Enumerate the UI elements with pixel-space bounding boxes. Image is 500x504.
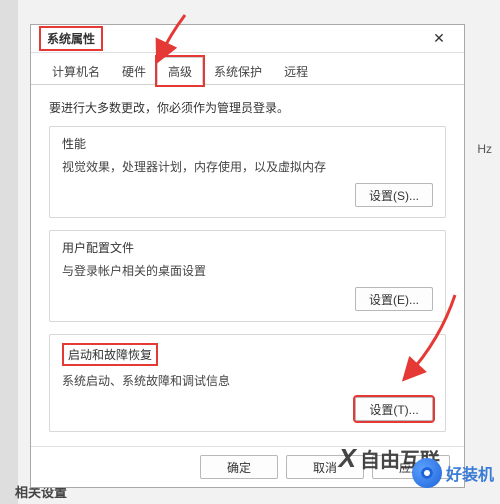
watermark-x-icon: X [339, 443, 356, 474]
tab-computer-name[interactable]: 计算机名 [41, 57, 111, 84]
admin-required-note: 要进行大多数更改，你必须作为管理员登录。 [49, 99, 446, 116]
tab-system-protection[interactable]: 系统保护 [203, 57, 273, 84]
group-performance-title: 性能 [62, 135, 433, 152]
tab-remote[interactable]: 远程 [273, 57, 319, 84]
group-startup-recovery-desc: 系统启动、系统故障和调试信息 [62, 372, 433, 389]
group-user-profiles: 用户配置文件 与登录帐户相关的桌面设置 设置(E)... [49, 230, 446, 322]
ok-button[interactable]: 确定 [200, 455, 278, 479]
watermark-haozhuangji: 好装机 [412, 458, 494, 488]
group-startup-recovery: 启动和故障恢复 系统启动、系统故障和调试信息 设置(T)... [49, 334, 446, 432]
group-user-profiles-desc: 与登录帐户相关的桌面设置 [62, 262, 433, 279]
close-button[interactable]: ✕ [422, 27, 456, 51]
watermark-circle-icon [412, 458, 442, 488]
tab-content-advanced: 要进行大多数更改，你必须作为管理员登录。 性能 视觉效果，处理器计划，内存使用，… [31, 85, 464, 446]
titlebar: 系统属性 ✕ [31, 25, 464, 53]
tab-strip: 计算机名 硬件 高级 系统保护 远程 [31, 53, 464, 85]
background-hz-label: Hz [477, 142, 492, 156]
system-properties-dialog: 系统属性 ✕ 计算机名 硬件 高级 系统保护 远程 要进行大多数更改，你必须作为… [30, 24, 465, 488]
tab-advanced[interactable]: 高级 [157, 57, 203, 85]
watermark-haozhuangji-text: 好装机 [446, 461, 494, 485]
group-user-profiles-title: 用户配置文件 [62, 239, 433, 256]
group-performance-desc: 视觉效果，处理器计划，内存使用，以及虚拟内存 [62, 158, 433, 175]
user-profiles-settings-button[interactable]: 设置(E)... [355, 287, 433, 311]
performance-settings-button[interactable]: 设置(S)... [355, 183, 433, 207]
close-icon: ✕ [433, 30, 445, 47]
background-sidebar [0, 0, 18, 504]
group-startup-recovery-title: 启动和故障恢复 [62, 343, 158, 366]
startup-recovery-settings-button[interactable]: 设置(T)... [355, 397, 433, 421]
tab-hardware[interactable]: 硬件 [111, 57, 157, 84]
dialog-title: 系统属性 [39, 26, 103, 51]
group-performance: 性能 视觉效果，处理器计划，内存使用，以及虚拟内存 设置(S)... [49, 126, 446, 218]
